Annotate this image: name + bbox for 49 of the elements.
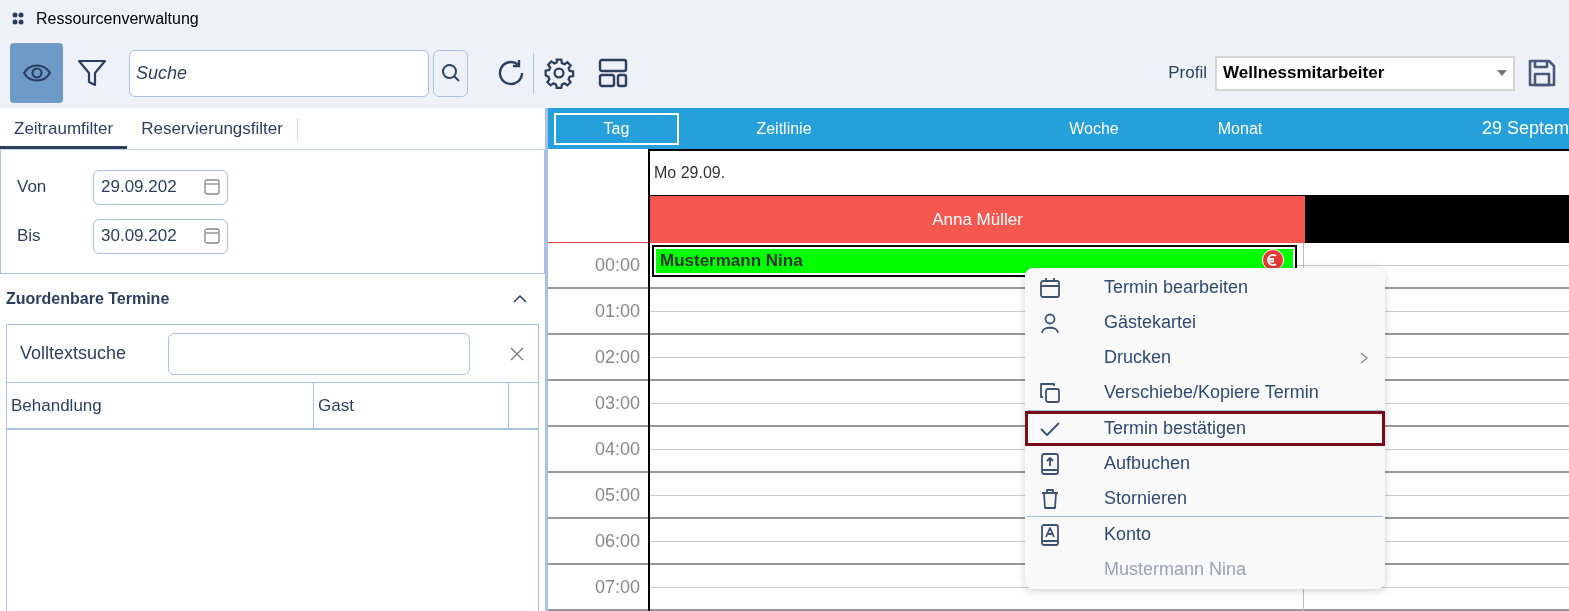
search-field[interactable]: Suche (129, 49, 429, 97)
eye-icon (21, 62, 52, 84)
tab[interactable]: Zeitraumfilter (0, 111, 128, 149)
section-title: Zuordenbare Termine (6, 289, 170, 309)
hour-label: 03:00 (594, 391, 640, 415)
view-toggle-button[interactable] (10, 43, 63, 103)
date-field[interactable]: 29.09.202 (93, 169, 228, 205)
menu-item[interactable]: Aufbuchen (1025, 446, 1385, 481)
upload-book-icon (1038, 451, 1062, 476)
hour-label: 01:00 (594, 299, 640, 323)
field-label: Bis (17, 225, 42, 248)
profile-dropdown[interactable]: Wellnessmitarbeiter (1215, 55, 1515, 91)
day-header: Mo 29.09. (654, 163, 726, 183)
hour-label: 05:00 (594, 483, 640, 507)
date-title: 29 Septem (1481, 117, 1569, 140)
hour-label: 06:00 (594, 529, 640, 553)
filter-icon (76, 57, 108, 89)
account-book-icon (1038, 522, 1062, 547)
menu-item[interactable]: Verschiebe/Kopiere Termin (1025, 375, 1385, 410)
menu-item[interactable]: Stornieren (1025, 481, 1385, 516)
menu-item[interactable]: Gästekartei (1025, 305, 1385, 340)
column-header[interactable]: Gast (314, 383, 509, 428)
search-label: Volltextsuche (20, 342, 128, 365)
profile-label: Profil (1168, 62, 1207, 85)
search-button[interactable] (433, 49, 468, 97)
date-field[interactable]: 30.09.202 (93, 218, 228, 254)
menu-item: Mustermann Nina (1103, 558, 1248, 581)
column-header[interactable]: Behandlung (7, 383, 314, 428)
field-label: Von (17, 176, 48, 199)
hour-label: 00:00 (594, 253, 640, 277)
tab[interactable]: Reservierungsfilter (127, 111, 297, 149)
calendar-icon (1038, 275, 1062, 300)
resource-header: Anna Müller (650, 196, 1305, 243)
copy-icon (1038, 380, 1062, 405)
hour-label: 07:00 (594, 575, 640, 599)
clear-icon[interactable] (510, 346, 524, 361)
menu-item[interactable]: Konto (1025, 517, 1385, 552)
chevron-up-icon[interactable] (513, 294, 527, 304)
app-icon (12, 12, 24, 26)
hour-label: 02:00 (594, 345, 640, 369)
window-title: Ressourcenverwaltung (36, 9, 199, 29)
menu-item[interactable]: Drucken (1025, 340, 1385, 375)
hour-label: 04:00 (594, 437, 640, 461)
search-icon (440, 63, 461, 83)
menu-item[interactable]: Termin bestätigen (1025, 411, 1385, 446)
fulltext-search-field[interactable] (168, 332, 470, 375)
calendar-icon (204, 228, 220, 244)
calendar-icon (204, 179, 220, 195)
chevron-right-icon (1360, 351, 1368, 364)
